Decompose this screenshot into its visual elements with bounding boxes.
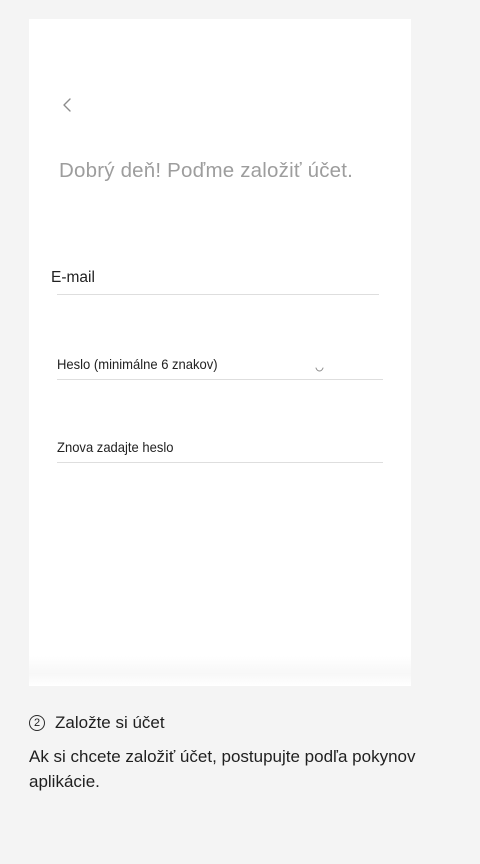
email-label: E-mail — [51, 269, 95, 286]
password-field[interactable]: Heslo (minimálne 6 znakov) — [57, 349, 383, 380]
chevron-left-icon — [63, 98, 71, 112]
step-title-text: Založte si účet — [55, 713, 165, 732]
password-label: Heslo (minimálne 6 znakov) — [57, 356, 218, 372]
step-title: 2 Založte si účet — [29, 712, 459, 734]
email-field[interactable]: E-mail — [51, 264, 379, 295]
confirm-password-label: Znova zadajte heslo — [57, 439, 174, 455]
confirm-password-field[interactable]: Znova zadajte heslo — [57, 432, 383, 463]
page-title: Dobrý deň! Poďme založiť účet. — [59, 159, 354, 182]
app-screen-panel: Dobrý deň! Poďme založiť účet. E-mail He… — [29, 19, 411, 686]
back-button[interactable] — [55, 93, 79, 117]
bottom-fade — [29, 656, 411, 686]
step-number-badge: 2 — [29, 715, 45, 731]
step-instruction-text: Ak si chcete založiť účet, postupujte po… — [29, 747, 416, 791]
instruction-caption: 2 Založte si účet Ak si chcete založiť ú… — [29, 712, 459, 794]
eye-icon[interactable] — [315, 367, 324, 373]
